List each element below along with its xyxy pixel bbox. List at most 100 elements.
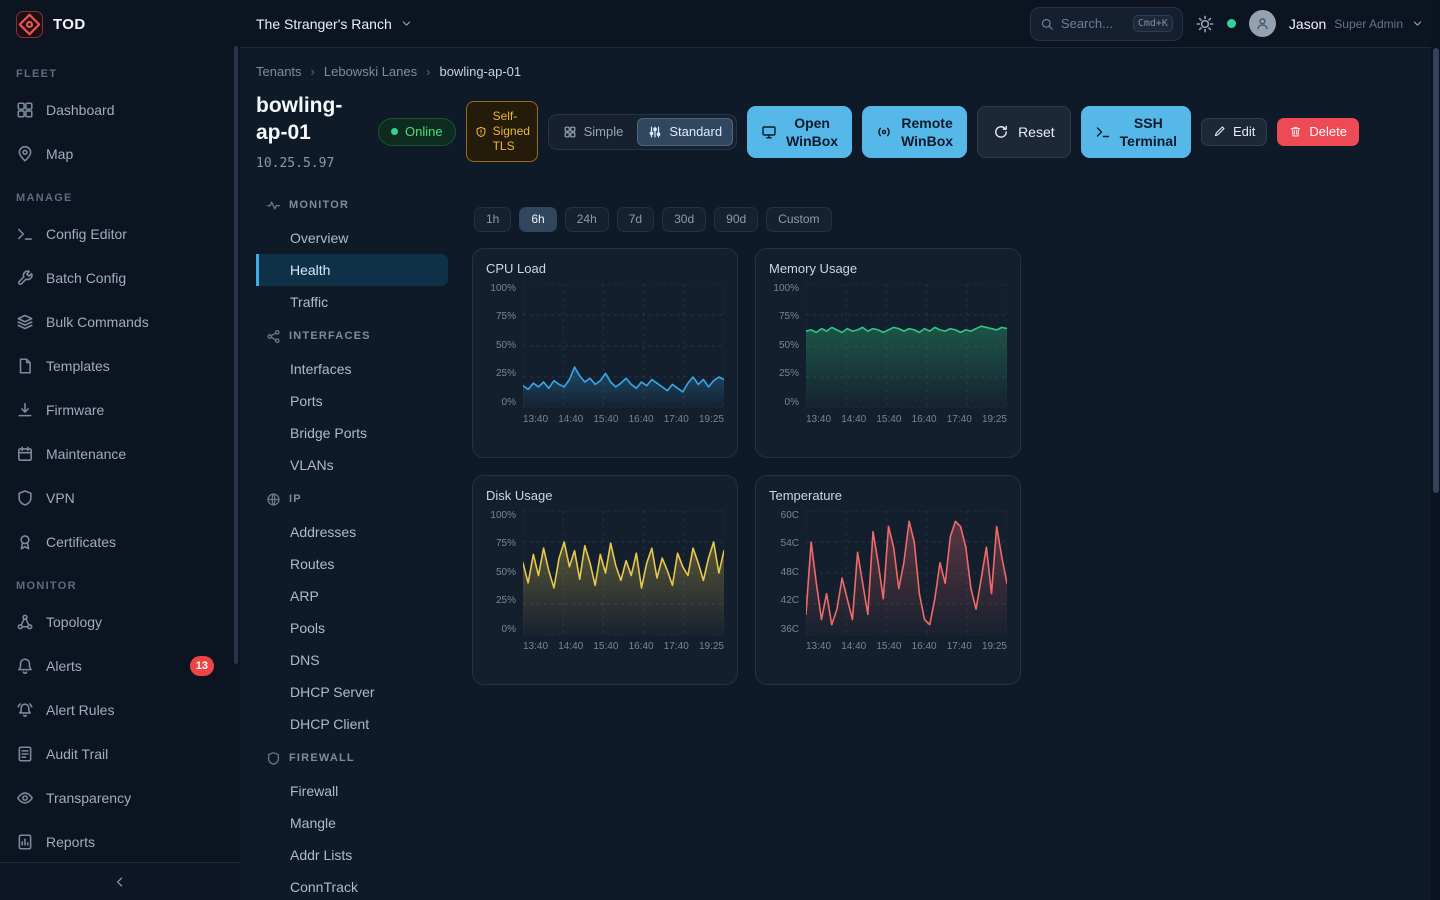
remote-winbox-button[interactable]: Remote WinBox [862,106,967,158]
config-editor-icon [16,225,34,243]
breadcrumb-item[interactable]: Lebowski Lanes [324,64,417,79]
chart-plot [806,284,1007,408]
page-scrollbar[interactable] [1431,0,1440,900]
nav-item-overview[interactable]: Overview [256,222,448,254]
sidebar-item-label: Reports [46,834,95,850]
breadcrumb-separator: › [426,64,430,79]
time-range-90d[interactable]: 90d [714,207,758,232]
breadcrumb-item[interactable]: Tenants [256,64,302,79]
search-input[interactable]: Search... Cmd+K [1030,7,1183,41]
x-axis-labels: 13:4014:4015:4016:4017:4019:25 [806,414,1007,425]
user-icon [1255,16,1270,31]
time-range-7d[interactable]: 7d [617,207,654,232]
nav-item-addr-lists[interactable]: Addr Lists [256,839,448,871]
y-axis-labels: 100%75%50%25%0% [769,284,799,408]
nav-item-health[interactable]: Health [256,254,448,286]
audit-trail-icon [16,745,34,763]
time-range-6h[interactable]: 6h [519,207,556,232]
firewall-group-icon [266,751,281,766]
theme-toggle-sun-icon[interactable] [1196,15,1214,33]
sidebar-item-map[interactable]: Map [0,132,240,176]
reset-label: Reset [1018,124,1055,140]
nav-item-bridge-ports[interactable]: Bridge Ports [256,417,448,449]
nav-item-pools[interactable]: Pools [256,612,448,644]
charts-grid: CPU Load100%75%50%25%0%13:4014:4015:4016… [472,248,1424,685]
tenant-selector[interactable]: The Stranger's Ranch [256,16,413,32]
sidebar-item-bulk-commands[interactable]: Bulk Commands [0,300,240,344]
reports-icon [16,833,34,851]
status-badge: Online [378,118,456,146]
open-winbox-button[interactable]: Open WinBox [747,106,852,158]
edit-button[interactable]: Edit [1201,118,1267,146]
sidebar-item-reports[interactable]: Reports [0,820,240,862]
sidebar-collapse-button[interactable] [0,862,240,900]
sidebar-scrollbar[interactable] [234,46,238,664]
interfaces-group-icon [266,329,281,344]
sidebar-item-alert-rules[interactable]: Alert Rules [0,688,240,732]
nav-item-dhcp-client[interactable]: DHCP Client [256,708,448,740]
nav-item-routes[interactable]: Routes [256,548,448,580]
delete-button[interactable]: Delete [1277,118,1359,146]
y-axis-labels: 100%75%50%25%0% [486,284,516,408]
nav-item-traffic[interactable]: Traffic [256,286,448,318]
nav-item-dhcp-server[interactable]: DHCP Server [256,676,448,708]
sidebar-item-batch-config[interactable]: Batch Config [0,256,240,300]
nav-item-ports[interactable]: Ports [256,385,448,417]
time-range-24h[interactable]: 24h [565,207,609,232]
page-scrollbar-thumb[interactable] [1433,48,1439,493]
time-range-30d[interactable]: 30d [662,207,706,232]
device-title-block: bowling-ap-01 10.25.5.97 [256,93,368,171]
app-logo[interactable]: TOD [0,0,240,48]
nav-group-interfaces: INTERFACES [256,320,448,353]
nav-item-arp[interactable]: ARP [256,580,448,612]
alert-rules-icon [16,701,34,719]
pencil-icon [1213,125,1226,138]
time-range-1h[interactable]: 1h [474,207,511,232]
ssh-terminal-button[interactable]: SSH Terminal [1081,106,1191,158]
device-ip: 10.25.5.97 [256,156,368,171]
mode-simple[interactable]: Simple [552,118,635,146]
y-axis-labels: 60C54C48C42C36C [769,511,799,635]
sidebar-item-transparency[interactable]: Transparency [0,776,240,820]
time-range-selector: 1h 6h 24h 7d 30d 90d Custom [474,207,1424,232]
nav-item-vlans[interactable]: VLANs [256,449,448,481]
sidebar-item-dashboard[interactable]: Dashboard [0,88,240,132]
reset-button[interactable]: Reset [977,106,1071,158]
certificates-icon [16,533,34,551]
avatar[interactable] [1249,10,1276,37]
sidebar-item-config-editor[interactable]: Config Editor [0,212,240,256]
templates-icon [16,357,34,375]
transparency-icon [16,789,34,807]
sidebar-item-certificates[interactable]: Certificates [0,520,240,564]
sidebar-item-topology[interactable]: Topology [0,600,240,644]
sidebar-item-label: Templates [46,358,110,374]
sidebar-item-audit-trail[interactable]: Audit Trail [0,732,240,776]
breadcrumb: Tenants›Lebowski Lanes›bowling-ap-01 [256,64,1424,79]
mode-standard[interactable]: Standard [637,118,733,146]
sidebar-item-firmware[interactable]: Firmware [0,388,240,432]
user-menu[interactable]: Jason Super Admin [1289,16,1424,32]
nav-item-addresses[interactable]: Addresses [256,516,448,548]
sidebar-item-templates[interactable]: Templates [0,344,240,388]
nav-item-mangle[interactable]: Mangle [256,807,448,839]
sidebar-item-label: Dashboard [46,102,115,118]
batch-config-icon [16,269,34,287]
nav-item-dns[interactable]: DNS [256,644,448,676]
sidebar-section-label: FLEET [0,52,240,88]
device-body: MONITOROverviewHealthTrafficINTERFACESIn… [256,187,1424,900]
dashboard-icon [16,101,34,119]
chart-card-memory-usage: Memory Usage100%75%50%25%0%13:4014:4015:… [755,248,1021,458]
nav-item-interfaces[interactable]: Interfaces [256,353,448,385]
sidebar-item-label: Alerts [46,658,82,674]
maintenance-icon [16,445,34,463]
sidebar-item-vpn[interactable]: VPN [0,476,240,520]
nav-item-conntrack[interactable]: ConnTrack [256,871,448,900]
search-placeholder: Search... [1061,16,1113,31]
chart-plot [806,511,1007,635]
sidebar-item-maintenance[interactable]: Maintenance [0,432,240,476]
y-axis-labels: 100%75%50%25%0% [486,511,516,635]
nav-item-firewall[interactable]: Firewall [256,775,448,807]
sidebar-item-label: Alert Rules [46,702,114,718]
sidebar-item-alerts[interactable]: Alerts13 [0,644,240,688]
time-range-custom[interactable]: Custom [766,207,831,232]
